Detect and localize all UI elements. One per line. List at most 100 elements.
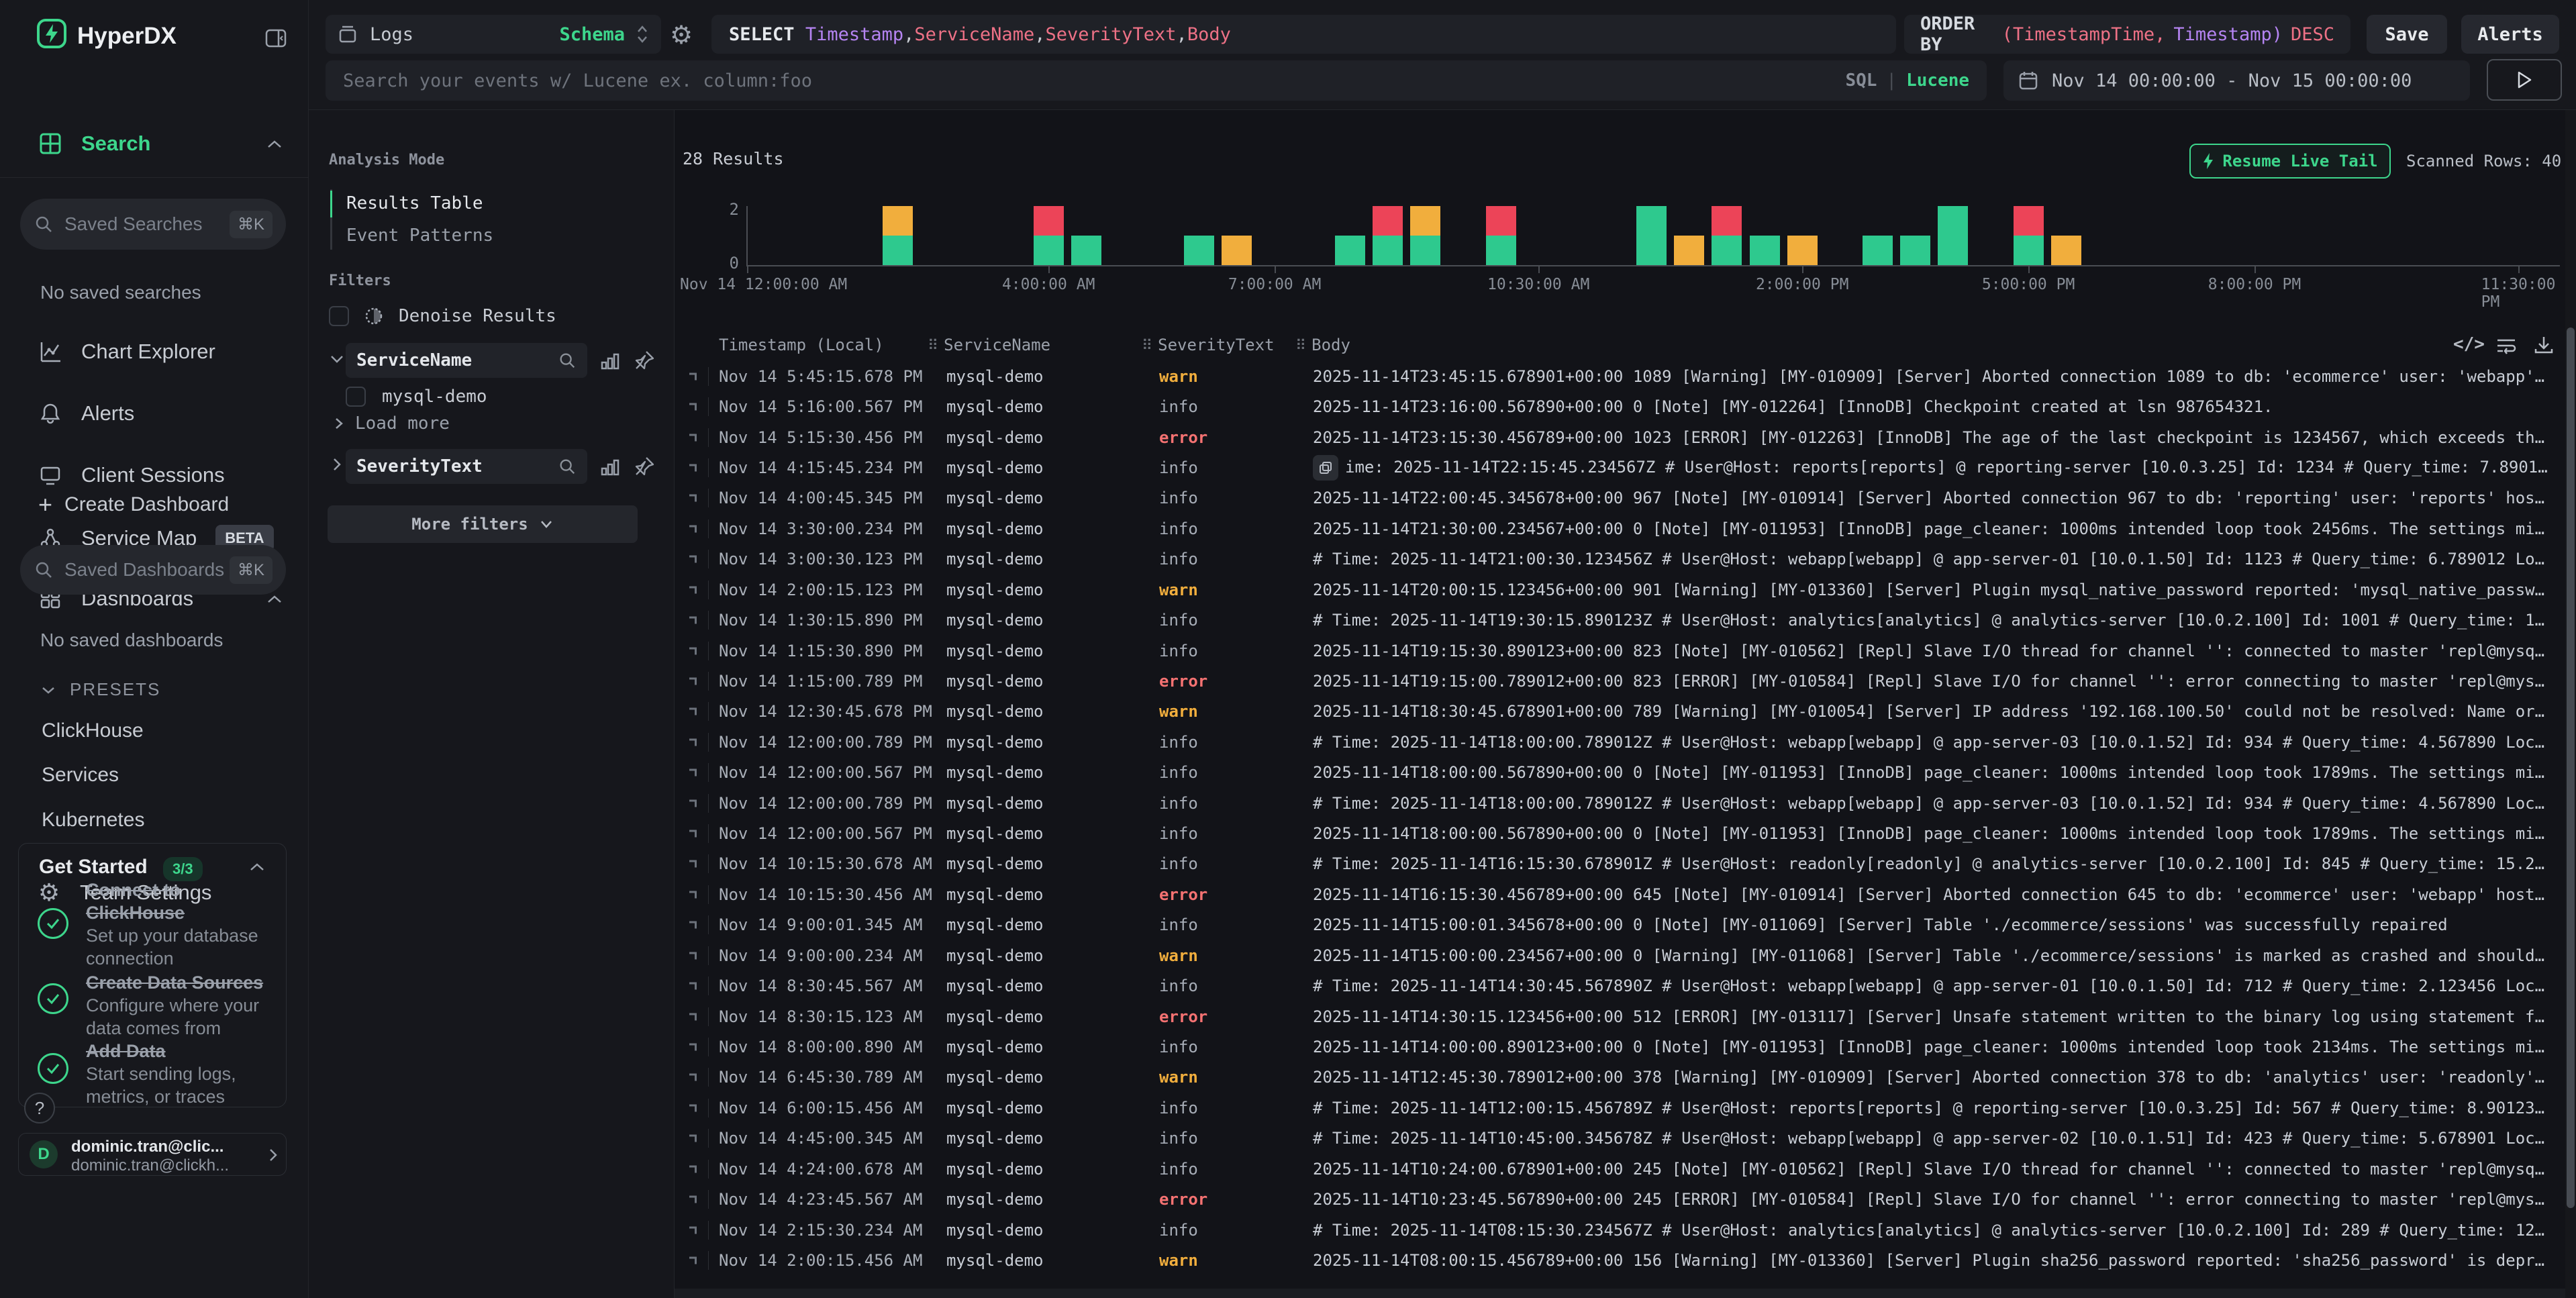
download-icon[interactable] — [2532, 334, 2555, 357]
vertical-scrollbar-thumb[interactable] — [2567, 328, 2575, 1208]
histogram-bar-info[interactable] — [1486, 236, 1516, 265]
denoise-checkbox[interactable] — [329, 306, 349, 326]
sidebar-item-alerts[interactable]: Alerts — [38, 401, 134, 426]
expand-row-chevron-icon[interactable] — [689, 952, 697, 959]
column-header-severitytext[interactable]: ⠿SeverityText — [1142, 336, 1275, 354]
language-toggle-sql[interactable]: SQL — [1845, 70, 1877, 91]
sidebar-item-client-sessions[interactable]: Client Sessions — [38, 463, 225, 487]
denoise-results-row[interactable]: Denoise Results — [329, 306, 556, 326]
expand-row-chevron-icon[interactable] — [689, 769, 697, 777]
save-button[interactable]: Save — [2367, 15, 2447, 54]
table-row[interactable]: Nov 14 8:00:00.890 AMmysql-demoinfo2025-… — [675, 1032, 2565, 1062]
expand-row-chevron-icon[interactable] — [689, 647, 697, 654]
histogram-bar-warn[interactable] — [1787, 236, 1818, 265]
table-row[interactable]: Nov 14 1:15:00.789 PMmysql-demoerror2025… — [675, 666, 2565, 696]
order-by-editor[interactable]: ORDER BY (TimestampTime, Timestamp) DESC — [1904, 15, 2350, 54]
expand-row-chevron-icon[interactable] — [689, 1074, 697, 1081]
user-menu[interactable]: D dominic.tran@clic... dominic.tran@clic… — [18, 1133, 287, 1176]
expand-row-chevron-icon[interactable] — [689, 617, 697, 624]
preset-clickhouse[interactable]: ClickHouse — [42, 719, 144, 742]
histogram-bar-error[interactable] — [1034, 206, 1064, 236]
table-row[interactable]: Nov 14 1:15:30.890 PMmysql-demoinfo2025-… — [675, 636, 2565, 666]
run-query-button[interactable] — [2487, 59, 2562, 101]
expand-row-chevron-icon[interactable] — [689, 1226, 697, 1234]
search-icon[interactable] — [558, 457, 577, 476]
tab-event-patterns[interactable]: Event Patterns — [346, 226, 493, 246]
table-row[interactable]: Nov 14 2:00:15.123 PMmysql-demowarn2025-… — [675, 575, 2565, 605]
table-row[interactable]: Nov 14 2:15:30.234 AMmysql-demoinfo# Tim… — [675, 1215, 2565, 1245]
expand-row-chevron-icon[interactable] — [689, 495, 697, 502]
collapse-sidebar-icon[interactable] — [264, 27, 287, 50]
table-row[interactable]: Nov 14 12:00:00.567 PMmysql-demoinfo2025… — [675, 757, 2565, 787]
histogram-bar-error[interactable] — [2014, 206, 2044, 236]
histogram-bar-warn[interactable] — [1222, 236, 1252, 265]
drag-handle-icon[interactable]: ⠿ — [1142, 338, 1152, 354]
filter-value-mysql-demo[interactable]: mysql-demo — [346, 387, 487, 407]
expand-row-chevron-icon[interactable] — [689, 556, 697, 563]
chevron-up-icon[interactable] — [266, 138, 283, 152]
bar-chart-icon[interactable] — [599, 350, 621, 372]
histogram-bar-info[interactable] — [1410, 236, 1440, 265]
column-header-servicename[interactable]: ⠿ServiceName — [928, 336, 1050, 354]
table-row[interactable]: Nov 14 5:16:00.567 PMmysql-demoinfo2025-… — [675, 391, 2565, 421]
expand-row-chevron-icon[interactable] — [689, 372, 697, 380]
bar-chart-icon[interactable] — [599, 456, 621, 478]
chevron-down-icon[interactable] — [329, 353, 345, 365]
presets-section-header[interactable]: PRESETS — [40, 679, 160, 700]
histogram-bar-error[interactable] — [1712, 206, 1742, 236]
histogram-bar-warn[interactable] — [1674, 236, 1704, 265]
histogram-bar-info[interactable] — [1938, 206, 1968, 265]
sidebar-item-search[interactable]: Search — [38, 132, 150, 156]
table-row[interactable]: Nov 14 5:45:15.678 PMmysql-demowarn2025-… — [675, 361, 2565, 391]
help-button[interactable]: ? — [24, 1093, 55, 1124]
histogram-bar-info[interactable] — [1373, 236, 1403, 265]
expand-row-chevron-icon[interactable] — [689, 983, 697, 990]
filter-group-servicename[interactable]: ServiceName — [346, 343, 587, 378]
language-toggle-lucene[interactable]: Lucene — [1906, 70, 1969, 91]
histogram-bar-info[interactable] — [883, 236, 913, 265]
expand-row-chevron-icon[interactable] — [689, 1196, 697, 1203]
table-row[interactable]: Nov 14 8:30:45.567 AMmysql-demoinfo# Tim… — [675, 970, 2565, 1001]
expand-row-chevron-icon[interactable] — [689, 464, 697, 471]
preset-kubernetes[interactable]: Kubernetes — [42, 809, 144, 832]
histogram-bar-info[interactable] — [1900, 236, 1930, 265]
column-header-timestamp[interactable]: Timestamp (Local) — [719, 336, 884, 354]
histogram-bar-info[interactable] — [1750, 236, 1780, 265]
histogram-bar-warn[interactable] — [1410, 206, 1440, 236]
table-row[interactable]: Nov 14 12:30:45.678 PMmysql-demowarn2025… — [675, 697, 2565, 727]
alerts-button[interactable]: Alerts — [2461, 15, 2559, 54]
histogram-bar-error[interactable] — [1373, 206, 1403, 236]
histogram-bar-info[interactable] — [2014, 236, 2044, 265]
expand-row-chevron-icon[interactable] — [689, 1165, 697, 1172]
create-dashboard-button[interactable]: + Create Dashboard — [38, 493, 229, 516]
horizontal-scrollbar[interactable] — [675, 1289, 2565, 1298]
expand-row-chevron-icon[interactable] — [689, 1104, 697, 1111]
saved-searches-input[interactable]: Saved Searches ⌘K — [20, 199, 286, 250]
chevron-up-icon[interactable] — [248, 861, 266, 875]
table-row[interactable]: Nov 14 4:15:45.234 PMmysql-demoinfoime: … — [675, 452, 2565, 483]
histogram-bar-info[interactable] — [1335, 236, 1365, 265]
drag-handle-icon[interactable]: ⠿ — [928, 338, 938, 354]
more-filters-button[interactable]: More filters — [328, 505, 638, 543]
date-range-picker[interactable]: Nov 14 00:00:00 - Nov 15 00:00:00 — [2003, 60, 2470, 101]
table-row[interactable]: Nov 14 3:30:00.234 PMmysql-demoinfo2025-… — [675, 513, 2565, 544]
table-row[interactable]: Nov 14 9:00:01.345 AMmysql-demoinfo2025-… — [675, 910, 2565, 940]
table-row[interactable]: Nov 14 2:00:15.456 AMmysql-demowarn2025-… — [675, 1245, 2565, 1275]
expand-row-chevron-icon[interactable] — [689, 1013, 697, 1020]
mysql-demo-checkbox[interactable] — [346, 387, 366, 407]
histogram-bar-info[interactable] — [1863, 236, 1893, 265]
source-settings-gear-icon[interactable]: ⚙ — [670, 20, 693, 50]
expand-row-chevron-icon[interactable] — [689, 738, 697, 746]
source-select[interactable]: Logs Schema — [326, 15, 661, 54]
sql-select-editor[interactable]: SELECT Timestamp,ServiceName,SeverityTex… — [711, 15, 1896, 54]
copy-icon[interactable] — [1313, 455, 1338, 481]
expand-row-chevron-icon[interactable] — [689, 799, 697, 807]
histogram-bar-info[interactable] — [1184, 236, 1214, 265]
tab-results-table[interactable]: Results Table — [346, 193, 483, 213]
table-row[interactable]: Nov 14 5:15:30.456 PMmysql-demoerror2025… — [675, 422, 2565, 452]
search-icon[interactable] — [558, 351, 577, 370]
column-header-body[interactable]: ⠿Body — [1295, 336, 1350, 354]
table-row[interactable]: Nov 14 3:00:30.123 PMmysql-demoinfo# Tim… — [675, 544, 2565, 575]
expand-row-chevron-icon[interactable] — [689, 1135, 697, 1142]
saved-dashboards-input[interactable]: Saved Dashboards ⌘K — [20, 545, 286, 595]
